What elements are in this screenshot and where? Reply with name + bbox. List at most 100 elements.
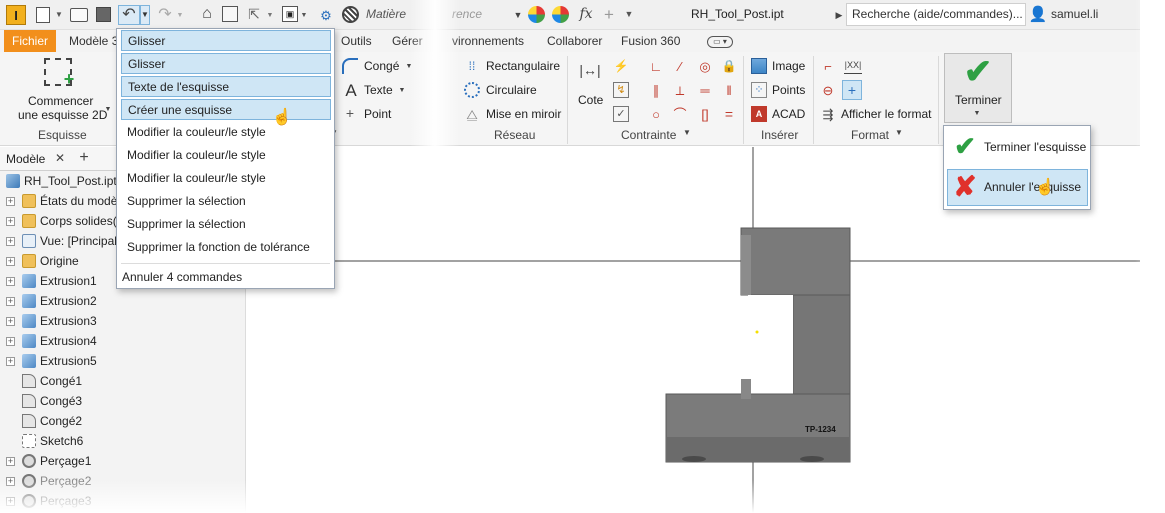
- coincident-icon[interactable]: ∟: [648, 58, 664, 74]
- home-icon[interactable]: ⌂: [198, 5, 216, 23]
- smooth-icon[interactable]: ⌒: [672, 106, 688, 122]
- acad-button[interactable]: ACAD: [772, 107, 805, 121]
- concentric-icon[interactable]: ◎: [697, 58, 713, 74]
- undo-history-item[interactable]: Texte de l'esquisse: [121, 76, 331, 97]
- chevron-down-icon[interactable]: ▼: [895, 128, 903, 137]
- measure-dropdown-icon[interactable]: ▼: [300, 8, 308, 22]
- center-point-icon[interactable]: +: [842, 80, 862, 100]
- undo-history-item[interactable]: Créer une esquisse: [121, 99, 331, 120]
- rectangular-pattern-button[interactable]: Rectangulaire: [486, 59, 560, 73]
- points-button[interactable]: Points: [772, 83, 805, 97]
- conge-button[interactable]: Congé: [364, 59, 399, 73]
- redo-icon[interactable]: ↷: [155, 6, 175, 24]
- show-constraints-icon[interactable]: ✓: [613, 106, 629, 122]
- cancel-sketch-label[interactable]: Annuler l'esquisse: [984, 180, 1081, 194]
- tree-row[interactable]: + Extrusion2: [0, 291, 246, 311]
- material-icon[interactable]: [342, 6, 359, 23]
- undo-history-item[interactable]: Supprimer la sélection: [121, 214, 331, 235]
- update-icon[interactable]: ⚙: [318, 6, 334, 24]
- expand-icon[interactable]: +: [6, 217, 15, 226]
- expand-icon[interactable]: +: [6, 197, 15, 206]
- new-file-icon[interactable]: [36, 7, 50, 23]
- perpendicular-icon[interactable]: ⟂: [672, 82, 688, 98]
- undo-icon[interactable]: ↶: [118, 5, 140, 25]
- tab-fichier-label[interactable]: Fichier: [12, 34, 48, 48]
- customize-dropdown-icon[interactable]: ▼: [624, 7, 634, 21]
- expand-icon[interactable]: +: [6, 257, 15, 266]
- image-button[interactable]: Image: [772, 59, 805, 73]
- undo-history-item[interactable]: Modifier la couleur/le style: [121, 122, 331, 143]
- undo-history-item[interactable]: Glisser: [121, 30, 331, 51]
- tangent-icon[interactable]: ○: [648, 106, 664, 122]
- chevron-down-icon[interactable]: ▼: [54, 8, 64, 22]
- vertical-icon[interactable]: ‖: [721, 82, 737, 98]
- driven-dimension-icon[interactable]: |XX|: [844, 58, 862, 74]
- color-override-icon[interactable]: [528, 6, 545, 23]
- help-search-text[interactable]: Recherche (aide/commandes)...: [852, 7, 1023, 21]
- tab-collaborer[interactable]: Collaborer: [547, 34, 602, 48]
- app-logo[interactable]: I: [6, 5, 26, 25]
- tab-fusion360[interactable]: Fusion 360: [621, 34, 680, 48]
- parallel-icon[interactable]: ∥: [648, 82, 664, 98]
- chevron-down-icon[interactable]: ▼: [973, 108, 981, 118]
- chevron-down-icon[interactable]: ▼: [104, 104, 112, 114]
- ribbon-options-icon[interactable]: ▭ ▾: [707, 36, 733, 48]
- construction-icon[interactable]: ⌐: [820, 58, 836, 74]
- appearance-dropdown-icon[interactable]: ▼: [513, 8, 523, 22]
- undo-history-item[interactable]: Supprimer la fonction de tolérance: [121, 237, 331, 258]
- undo-history-item[interactable]: Modifier la couleur/le style: [121, 168, 331, 189]
- material-field[interactable]: Matière: [366, 7, 406, 21]
- save-icon[interactable]: [96, 7, 111, 22]
- chevron-down-icon[interactable]: ▼: [683, 128, 691, 137]
- tree-row[interactable]: Sketch6: [0, 431, 246, 451]
- circular-pattern-button[interactable]: Circulaire: [486, 83, 537, 97]
- symmetric-icon[interactable]: []: [697, 106, 713, 122]
- username[interactable]: samuel.li: [1051, 7, 1098, 21]
- tree-row[interactable]: Congé2: [0, 411, 246, 431]
- tree-row[interactable]: + Extrusion4: [0, 331, 246, 351]
- expand-icon[interactable]: +: [6, 357, 15, 366]
- tree-row[interactable]: Congé1: [0, 371, 246, 391]
- texte-button[interactable]: Texte: [364, 83, 393, 97]
- finish-sketch-label[interactable]: Terminer l'esquisse: [984, 140, 1086, 154]
- tree-row[interactable]: Congé3: [0, 391, 246, 411]
- undo-history-item[interactable]: Glisser: [121, 53, 331, 74]
- project-icon[interactable]: [222, 6, 238, 22]
- browser-tab-modele[interactable]: Modèle: [6, 152, 45, 166]
- chevron-down-icon[interactable]: ▼: [398, 85, 406, 95]
- show-format-button[interactable]: Afficher le format: [841, 107, 931, 121]
- start-sketch-label-2[interactable]: une esquisse 2D: [18, 108, 107, 122]
- start-sketch-label-1[interactable]: Commencer: [28, 94, 93, 108]
- undo-history-item[interactable]: Supprimer la sélection: [121, 191, 331, 212]
- point-button[interactable]: Point: [364, 107, 391, 121]
- add-tab-icon[interactable]: +: [77, 150, 91, 166]
- close-icon[interactable]: ✕: [54, 152, 66, 164]
- centerline-icon[interactable]: ⊖: [820, 82, 836, 98]
- expand-icon[interactable]: +: [6, 337, 15, 346]
- cote-button[interactable]: Cote: [578, 93, 603, 107]
- constraint-settings-icon[interactable]: ↯: [613, 82, 629, 98]
- tab-environnements[interactable]: vironnements: [452, 34, 524, 48]
- terminer-label[interactable]: Terminer: [955, 93, 1002, 107]
- equal-icon[interactable]: =: [721, 106, 737, 122]
- auto-dimension-icon[interactable]: ⚡: [613, 58, 629, 74]
- horizontal-icon[interactable]: ═: [697, 82, 713, 98]
- select-tool-icon[interactable]: ⇱: [245, 5, 263, 23]
- fix-icon[interactable]: 🔒: [721, 58, 737, 74]
- undo-history-item[interactable]: Modifier la couleur/le style: [121, 145, 331, 166]
- select-dropdown-icon[interactable]: ▼: [266, 8, 274, 22]
- tree-row[interactable]: + Extrusion3: [0, 311, 246, 331]
- expand-icon[interactable]: +: [6, 457, 15, 466]
- clear-appearance-icon[interactable]: [552, 6, 569, 23]
- tree-row[interactable]: + Perçage1: [0, 451, 246, 471]
- tree-row[interactable]: + Extrusion5: [0, 351, 246, 371]
- fx-parameters-icon[interactable]: fx: [576, 5, 596, 23]
- collinear-icon[interactable]: ⁄: [672, 58, 688, 74]
- expand-icon[interactable]: +: [6, 277, 15, 286]
- expand-icon[interactable]: +: [6, 237, 15, 246]
- mirror-button[interactable]: Mise en miroir: [486, 107, 561, 121]
- tab-outils[interactable]: Outils: [341, 34, 372, 48]
- undo-dropdown-icon[interactable]: ▼: [140, 5, 150, 25]
- user-icon[interactable]: 👤: [1029, 6, 1048, 23]
- chevron-right-icon[interactable]: ▶: [835, 8, 843, 22]
